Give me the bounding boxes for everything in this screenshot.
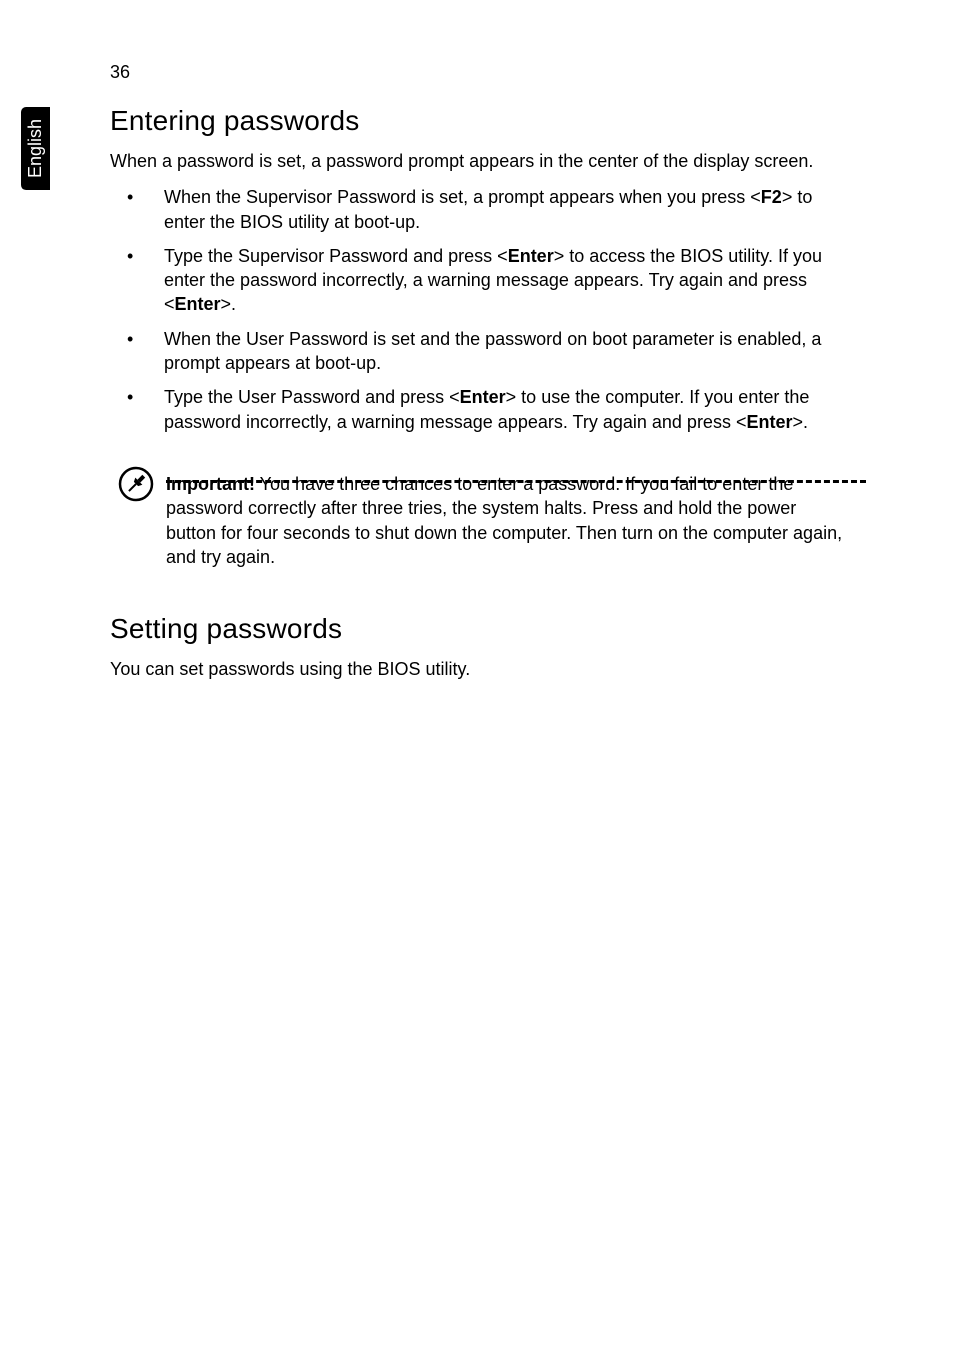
push-pin-icon [118,466,154,507]
key-label: F2 [761,187,782,207]
list-item: When the Supervisor Password is set, a p… [110,185,850,234]
divider [166,480,866,483]
page-content: Entering passwords When a password is se… [110,105,850,693]
key-label: Enter [508,246,554,266]
bullet-text: Type the User Password and press < [164,387,460,407]
list-item: Type the Supervisor Password and press <… [110,244,850,317]
intro-paragraph: You can set passwords using the BIOS uti… [110,657,850,681]
section-setting-passwords: Setting passwords You can set passwords … [110,613,850,681]
bullet-text: When the User Password is set and the pa… [164,329,821,373]
note-label: Important! [166,474,255,494]
intro-paragraph: When a password is set, a password promp… [110,149,850,173]
note-body: You have three chances to enter a passwo… [166,474,842,567]
list-item: Type the User Password and press <Enter>… [110,385,850,434]
bullet-text: Type the Supervisor Password and press < [164,246,508,266]
section-heading-entering-passwords: Entering passwords [110,105,850,137]
list-item: When the User Password is set and the pa… [110,327,850,376]
page-number: 36 [110,62,130,83]
bullet-text: >. [221,294,237,314]
bullet-list: When the Supervisor Password is set, a p… [110,185,850,434]
section-heading-setting-passwords: Setting passwords [110,613,850,645]
key-label: Enter [175,294,221,314]
important-note: Important! You have three chances to ent… [118,472,850,569]
note-text: Important! You have three chances to ent… [166,472,846,569]
key-label: Enter [746,412,792,432]
language-tab: English [21,107,50,190]
key-label: Enter [460,387,506,407]
bullet-text: >. [792,412,808,432]
bullet-text: When the Supervisor Password is set, a p… [164,187,761,207]
